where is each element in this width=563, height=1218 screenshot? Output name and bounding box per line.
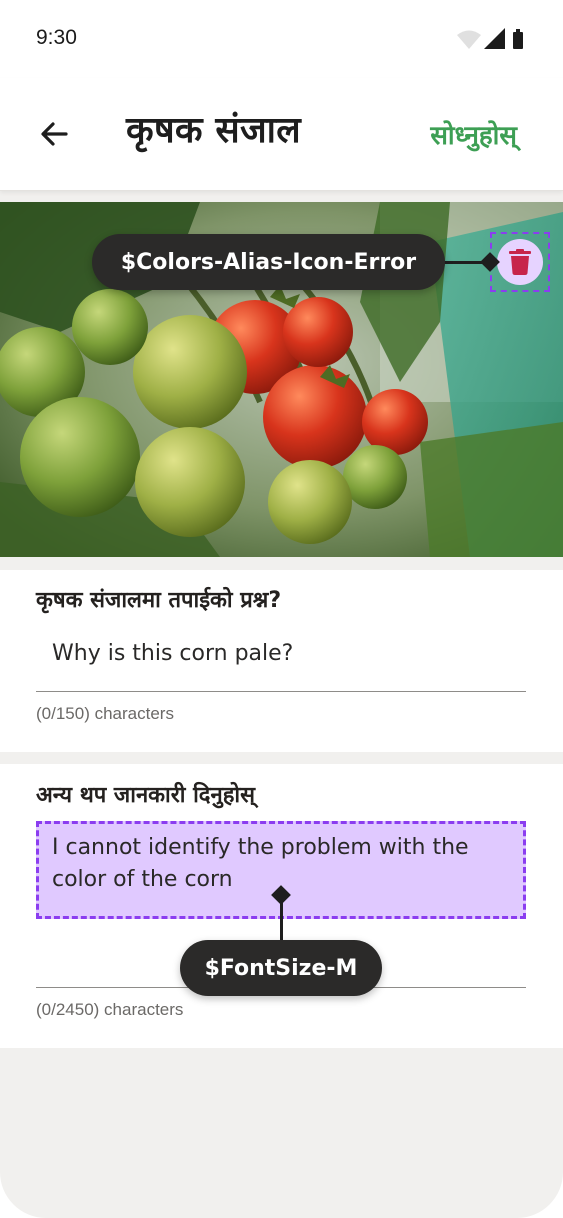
- top-app-bar: कृषक संजाल सोध्नुहोस्: [0, 78, 563, 191]
- trash-icon: [509, 249, 531, 275]
- details-input[interactable]: I cannot identify the problem with the c…: [52, 832, 522, 896]
- question-label: कृषक संजालमा तपाईको प्रश्न?: [36, 588, 282, 613]
- page-title: कृषक संजाल: [126, 110, 301, 151]
- question-card: कृषक संजालमा तपाईको प्रश्न? Why is this …: [0, 570, 563, 752]
- annotation-font-size-token: $FontSize-M: [180, 940, 382, 996]
- status-icons: [457, 28, 523, 49]
- wifi-icon: [457, 30, 481, 49]
- status-time: 9:30: [36, 26, 77, 49]
- status-bar: 9:30: [0, 0, 563, 78]
- details-label: अन्य थप जानकारी दिनुहोस्: [36, 783, 255, 808]
- delete-button-background: [497, 239, 543, 285]
- question-underline: [36, 691, 526, 692]
- battery-icon: [513, 32, 523, 49]
- annotation-connector: [280, 896, 283, 942]
- back-button[interactable]: [36, 116, 72, 152]
- arrow-back-icon: [41, 122, 68, 146]
- details-char-count: (0/2450) characters: [36, 1000, 184, 1019]
- question-char-count: (0/150) characters: [36, 704, 174, 723]
- annotation-icon-color-token: $Colors-Alias-Icon-Error: [92, 234, 445, 290]
- signal-icon: [484, 28, 505, 49]
- phone-screen: 9:30 कृषक संजाल सोध्नुहोस् $Colors-Alias…: [0, 0, 563, 1218]
- ask-button[interactable]: सोध्नुहोस्: [430, 116, 517, 152]
- question-input[interactable]: Why is this corn pale?: [52, 638, 293, 670]
